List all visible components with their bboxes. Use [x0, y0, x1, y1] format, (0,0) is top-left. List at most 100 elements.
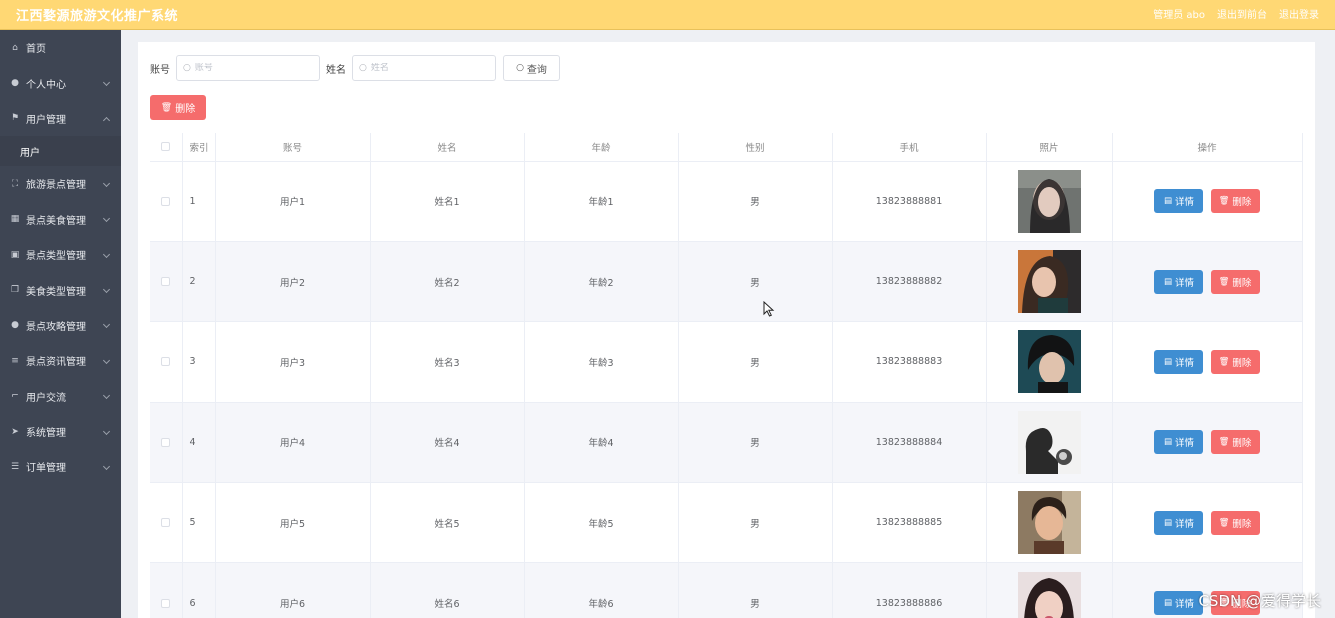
row-checkbox[interactable]: [161, 357, 171, 367]
chevron-up-icon: [102, 117, 111, 125]
cell-gender: 男: [678, 241, 833, 323]
chevron-down-icon: [102, 215, 111, 223]
detail-button[interactable]: ▤ 详情: [1154, 189, 1204, 214]
sidebar-item-scenic-spots[interactable]: ⛶ 旅游景点管理: [0, 166, 121, 201]
select-all-checkbox[interactable]: [161, 142, 171, 152]
detail-button[interactable]: ▤ 详情: [1154, 591, 1204, 616]
row-checkbox[interactable]: [161, 196, 171, 206]
cell-account: 用户1: [215, 161, 371, 242]
sidebar-item-label: 景点类型管理: [26, 251, 86, 263]
sidebar-item-system[interactable]: ➤ 系统管理: [0, 414, 121, 449]
batch-delete-button[interactable]: 🗑 删除: [150, 95, 206, 120]
sidebar: ⌂ 首页 ● 个人中心 ⚑ 用户管理 用户 ⛶ 旅游景点管理 ▦ 景点美食管理 …: [0, 30, 121, 618]
cell-age: 年龄3: [524, 321, 679, 403]
detail-button-label: 详情: [1174, 438, 1194, 450]
detail-button[interactable]: ▤ 详情: [1154, 430, 1204, 455]
detail-button[interactable]: ▤ 详情: [1154, 510, 1204, 535]
top-links: 管理员 abo 退出到前台 退出登录: [1153, 6, 1319, 21]
trash-icon: 🗑: [1218, 276, 1230, 287]
cell-gender: 男: [678, 321, 833, 403]
content-panel: 账号 ○ 姓名 ○ ○ 查询 🗑 删除: [138, 42, 1315, 618]
sidebar-item-label: 景点攻略管理: [26, 321, 86, 333]
detail-button[interactable]: ▤ 详情: [1154, 269, 1204, 294]
delete-button[interactable]: 🗑 删除: [1210, 189, 1260, 214]
chevron-down-icon: [102, 427, 111, 435]
back-to-front-link[interactable]: 退出到前台: [1217, 6, 1267, 21]
sidebar-item-travel-guides[interactable]: ● 景点攻略管理: [0, 308, 121, 343]
header-index: 索引: [182, 133, 216, 162]
chevron-down-icon: [102, 79, 111, 87]
sliders-icon: ≡: [11, 355, 19, 366]
cell-name: 姓名2: [370, 241, 525, 323]
cell-phone: 13823888881: [832, 161, 987, 242]
document-icon: ▤: [1163, 276, 1172, 287]
search-icon: ○: [516, 63, 524, 73]
row-checkbox[interactable]: [161, 598, 171, 608]
sidebar-item-user-management[interactable]: ⚑ 用户管理: [0, 101, 121, 136]
sidebar-subitem-users[interactable]: 用户: [0, 136, 121, 167]
cell-phone: 13823888886: [832, 562, 987, 618]
sidebar-item-label: 景点美食管理: [26, 215, 86, 227]
sidebar-item-spot-news[interactable]: ≡ 景点资讯管理: [0, 343, 121, 378]
cell-phone: 13823888884: [832, 402, 987, 484]
account-search-field[interactable]: ○: [176, 55, 320, 81]
header-name: 姓名: [370, 133, 525, 162]
sidebar-item-spot-food[interactable]: ▦ 景点美食管理: [0, 202, 121, 237]
sidebar-item-home[interactable]: ⌂ 首页: [0, 30, 121, 65]
table-row: 2 用户2 姓名2 年龄2 男 13823888882 ▤ 详情 🗑 删除: [150, 241, 1303, 323]
delete-button[interactable]: 🗑 删除: [1210, 510, 1260, 535]
delete-button[interactable]: 🗑 删除: [1210, 269, 1260, 294]
logout-link[interactable]: 退出登录: [1279, 6, 1319, 21]
detail-button-label: 详情: [1174, 197, 1194, 209]
scan-icon: ⛶: [11, 178, 19, 189]
delete-button[interactable]: 🗑 删除: [1210, 349, 1260, 374]
table-row: 3 用户3 姓名3 年龄3 男 13823888883 ▤ 详情 🗑 删除: [150, 321, 1303, 403]
trash-icon: 🗑: [1218, 437, 1230, 448]
search-bar: 账号 ○ 姓名 ○ ○ 查询: [150, 55, 560, 81]
table-row: 6 用户6 姓名6 年龄6 男 13823888886 ▤ 详情 🗑 删除: [150, 562, 1303, 618]
query-button-label: 查询: [526, 64, 547, 76]
sidebar-item-user-exchange[interactable]: ⌐ 用户交流: [0, 379, 121, 414]
row-checkbox[interactable]: [161, 277, 171, 287]
account-search-input[interactable]: [194, 63, 305, 73]
detail-button[interactable]: ▤ 详情: [1154, 349, 1204, 374]
name-search-field[interactable]: ○: [352, 55, 496, 81]
detail-button-label: 详情: [1174, 357, 1194, 369]
cell-age: 年龄5: [524, 482, 679, 564]
chevron-down-icon: [102, 179, 111, 187]
cell-index: 4: [182, 402, 216, 484]
cell-index: 2: [182, 241, 216, 323]
delete-button-label: 删除: [1232, 438, 1252, 450]
trash-icon: 🗑: [1218, 356, 1230, 367]
cell-index: 1: [182, 161, 216, 242]
query-button[interactable]: ○ 查询: [503, 55, 560, 81]
document-icon: ▤: [1163, 196, 1172, 207]
chevron-down-icon: [102, 462, 111, 471]
copy-icon: ❐: [10, 285, 20, 296]
chevron-down-icon: [102, 250, 111, 258]
row-checkbox[interactable]: [161, 437, 171, 447]
flag-icon: ⚑: [10, 113, 20, 124]
users-table: 索引 账号 姓名 年龄 性别 手机 照片 操作 1 用户1 姓名1 年龄1 男 …: [150, 133, 1303, 618]
sidebar-item-personal-center[interactable]: ● 个人中心: [0, 65, 121, 100]
sidebar-item-label: 景点资讯管理: [26, 357, 86, 369]
chevron-down-icon: [102, 356, 111, 364]
admin-label: 管理员 abo: [1153, 10, 1205, 21]
sidebar-item-orders[interactable]: ☰ 订单管理: [0, 449, 121, 484]
chevron-down-icon: [102, 392, 111, 400]
cell-account: 用户6: [215, 562, 371, 618]
cell-name: 姓名5: [370, 482, 525, 564]
row-checkbox[interactable]: [161, 518, 171, 528]
user-photo: [1017, 250, 1081, 314]
cell-gender: 男: [678, 562, 833, 618]
sidebar-subitem-label: 用户: [20, 147, 40, 159]
sidebar-item-label: 首页: [26, 44, 46, 56]
sidebar-item-food-types[interactable]: ❐ 美食类型管理: [0, 272, 121, 307]
sidebar-item-spot-types[interactable]: ▣ 景点类型管理: [0, 237, 121, 272]
chevron-down-icon: [102, 285, 111, 294]
cell-account: 用户4: [215, 402, 371, 484]
cell-age: 年龄4: [524, 402, 679, 484]
delete-button[interactable]: 🗑 删除: [1210, 430, 1260, 455]
name-search-input[interactable]: [370, 63, 481, 73]
batch-delete-label: 删除: [175, 104, 196, 115]
